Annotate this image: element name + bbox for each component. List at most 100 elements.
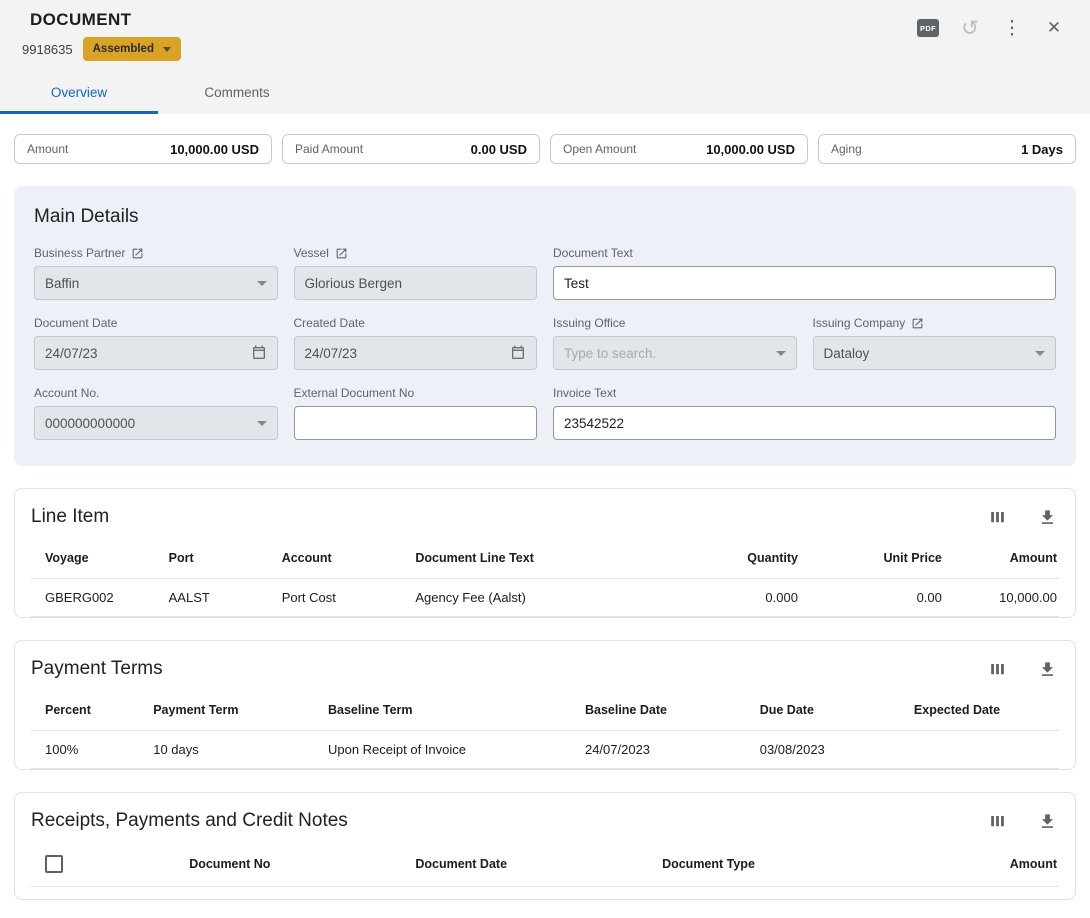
account-no-select: 000000000000 (34, 406, 278, 440)
history-button[interactable]: ↺ (956, 14, 984, 42)
tab-comments[interactable]: Comments (158, 73, 316, 114)
column-header-unit-price: Unit Price (802, 541, 946, 579)
table-row[interactable]: 100% 10 days Upon Receipt of Invoice 24/… (31, 731, 1059, 769)
summary-value: 0.00 USD (471, 142, 527, 157)
download-button[interactable] (1035, 809, 1059, 833)
receipts-table: Document No Document Date Document Type … (31, 845, 1059, 887)
summary-value: 10,000.00 USD (706, 142, 795, 157)
history-icon: ↺ (961, 16, 979, 41)
columns-button[interactable] (985, 505, 1009, 529)
cell-unit-price: 0.00 (802, 579, 946, 617)
download-icon (1038, 508, 1057, 527)
column-header-percent: Percent (31, 693, 149, 731)
account-no-label: Account No. (34, 386, 99, 400)
calendar-icon (510, 345, 526, 361)
section-title: Receipts, Payments and Credit Notes (31, 810, 348, 832)
section-title: Line Item (31, 506, 109, 528)
section-title: Main Details (34, 206, 1056, 228)
issuing-company-select: Dataloy (813, 336, 1057, 370)
table-header-row: Voyage Port Account Document Line Text Q… (31, 541, 1059, 579)
cell-document-line-text: Agency Fee (Aalst) (411, 579, 689, 617)
cell-voyage: GBERG002 (31, 579, 165, 617)
document-text-input[interactable] (553, 266, 1056, 300)
line-item-section: Line Item Voyage Port Account (14, 488, 1076, 618)
download-button[interactable] (1035, 505, 1059, 529)
external-link-icon[interactable] (131, 247, 144, 260)
issuing-company-label: Issuing Company (813, 316, 906, 330)
created-date-field: 24/07/23 (294, 336, 538, 370)
line-item-table: Voyage Port Account Document Line Text Q… (31, 541, 1059, 617)
cell-port: AALST (165, 579, 278, 617)
columns-button[interactable] (985, 657, 1009, 681)
external-link-icon[interactable] (335, 247, 348, 260)
section-title: Payment Terms (31, 658, 163, 680)
summary-label: Amount (27, 142, 68, 156)
chevron-down-icon (257, 421, 267, 426)
field-account-no: Account No. 000000000000 (34, 386, 278, 440)
select-all-checkbox[interactable] (45, 855, 63, 873)
issuing-office-combobox[interactable]: Type to search. (553, 336, 797, 370)
main-details-section: Main Details Business Partner Baffin Ves… (14, 186, 1076, 466)
header-actions: PDF ↺ ⋮ ✕ (914, 14, 1068, 42)
tab-bar: Overview Comments (0, 73, 1090, 114)
close-icon: ✕ (1047, 18, 1061, 38)
external-link-icon[interactable] (911, 317, 924, 330)
field-invoice-text: Invoice Text (553, 386, 1056, 440)
created-date-label: Created Date (294, 316, 365, 330)
external-document-no-label: External Document No (294, 386, 415, 400)
column-header-baseline-date: Baseline Date (581, 693, 756, 731)
columns-icon (988, 660, 1007, 679)
tab-overview[interactable]: Overview (0, 73, 158, 114)
download-button[interactable] (1035, 657, 1059, 681)
more-options-button[interactable]: ⋮ (998, 14, 1026, 42)
columns-button[interactable] (985, 809, 1009, 833)
business-partner-label: Business Partner (34, 246, 125, 260)
business-partner-select: Baffin (34, 266, 278, 300)
cell-due-date: 03/08/2023 (756, 731, 910, 769)
external-document-no-input[interactable] (294, 406, 538, 440)
pdf-button[interactable]: PDF (914, 14, 942, 42)
field-document-date: Document Date 24/07/23 (34, 316, 278, 370)
cell-quantity: 0.000 (689, 579, 802, 617)
column-header-quantity: Quantity (689, 541, 802, 579)
summary-value: 10,000.00 USD (170, 142, 259, 157)
chevron-down-icon (163, 47, 171, 52)
cell-payment-term: 10 days (149, 731, 324, 769)
invoice-text-input[interactable] (553, 406, 1056, 440)
download-icon (1038, 812, 1057, 831)
receipts-section: Receipts, Payments and Credit Notes (14, 792, 1076, 900)
download-icon (1038, 660, 1057, 679)
summary-card-open-amount: Open Amount 10,000.00 USD (550, 134, 808, 164)
field-external-document-no: External Document No (294, 386, 538, 440)
table-row[interactable]: GBERG002 AALST Port Cost Agency Fee (Aal… (31, 579, 1059, 617)
pdf-icon: PDF (917, 19, 939, 37)
close-button[interactable]: ✕ (1040, 14, 1068, 42)
column-header-port: Port (165, 541, 278, 579)
payment-terms-section: Payment Terms Percent Payment Term Basel (14, 640, 1076, 770)
chevron-down-icon (776, 351, 786, 356)
status-badge[interactable]: Assembled (83, 37, 181, 61)
column-header-baseline-term: Baseline Term (324, 693, 581, 731)
document-content: Amount 10,000.00 USD Paid Amount 0.00 US… (0, 114, 1090, 918)
column-header-amount: Amount (905, 845, 1059, 887)
field-issuing-company: Issuing Company Dataloy (813, 316, 1057, 370)
cell-baseline-term: Upon Receipt of Invoice (324, 731, 581, 769)
summary-card-paid-amount: Paid Amount 0.00 USD (282, 134, 540, 164)
field-document-text: Document Text (553, 246, 1056, 300)
document-number: 9918635 (22, 42, 73, 57)
field-business-partner: Business Partner Baffin (34, 246, 278, 300)
column-header-document-no: Document No (185, 845, 411, 887)
column-header-document-date: Document Date (411, 845, 658, 887)
field-created-date: Created Date 24/07/23 (294, 316, 538, 370)
columns-icon (988, 508, 1007, 527)
summary-value: 1 Days (1021, 142, 1063, 157)
document-text-label: Document Text (553, 246, 633, 260)
chevron-down-icon (1035, 351, 1045, 356)
status-badge-label: Assembled (93, 43, 154, 55)
kebab-menu-icon: ⋮ (1003, 17, 1022, 40)
column-header-amount: Amount (946, 541, 1059, 579)
column-header-voyage: Voyage (31, 541, 165, 579)
column-header-document-type: Document Type (658, 845, 905, 887)
page-title: DOCUMENT (22, 10, 181, 30)
cell-amount: 10,000.00 (946, 579, 1059, 617)
